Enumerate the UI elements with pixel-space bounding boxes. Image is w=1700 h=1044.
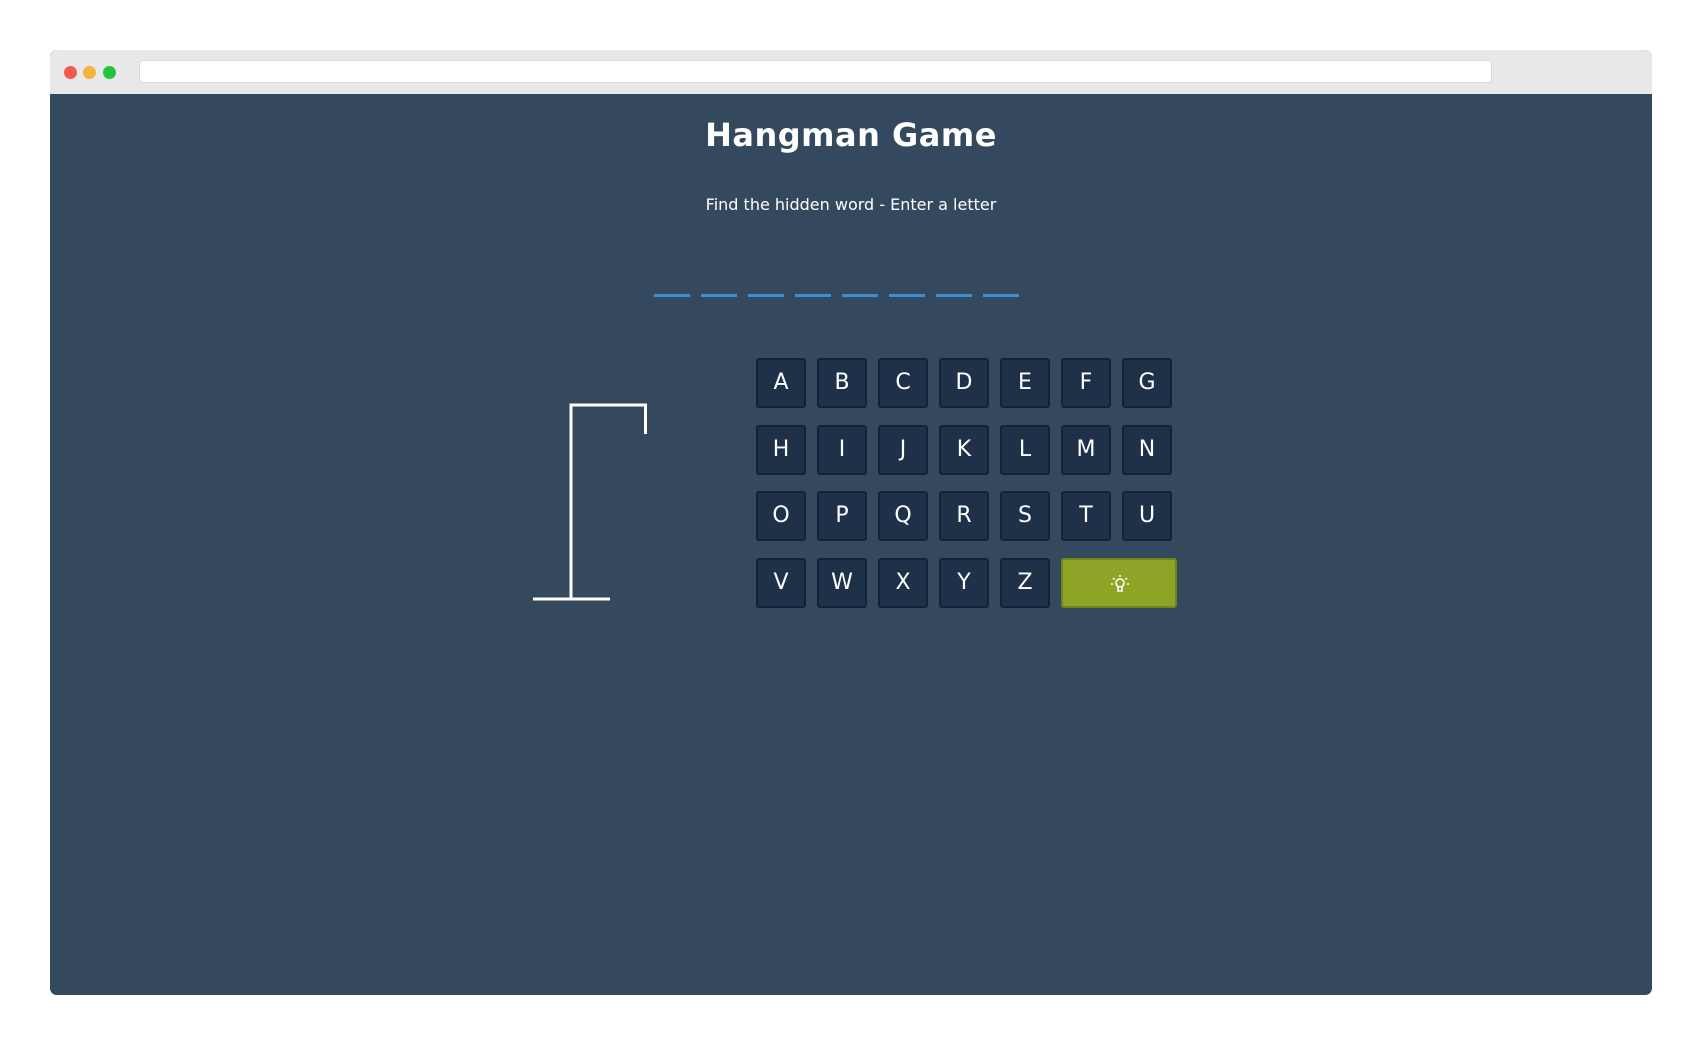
letter-key-a[interactable]: A [756,358,806,408]
instruction-text: Find the hidden word - Enter a letter [705,195,997,214]
letter-key-h[interactable]: H [756,425,806,475]
gallows-drawing [533,403,647,601]
letter-slot [842,294,878,297]
minimize-window-button[interactable] [83,66,96,79]
letter-key-z[interactable]: Z [1000,558,1050,608]
page-title: Hangman Game [705,116,997,154]
browser-window: Hangman Game Find the hidden word - Ente… [50,50,1652,995]
letter-key-t[interactable]: T [1061,491,1111,541]
letter-key-d[interactable]: D [939,358,989,408]
letter-key-g[interactable]: G [1122,358,1172,408]
letter-key-j[interactable]: J [878,425,928,475]
letter-key-x[interactable]: X [878,558,928,608]
lightbulb-icon [1111,575,1129,592]
letter-key-r[interactable]: R [939,491,989,541]
letter-key-f[interactable]: F [1061,358,1111,408]
letter-key-i[interactable]: I [817,425,867,475]
letter-slot [983,294,1019,297]
letter-key-s[interactable]: S [1000,491,1050,541]
letter-key-y[interactable]: Y [939,558,989,608]
letter-key-m[interactable]: M [1061,425,1111,475]
hint-button[interactable] [1061,558,1177,608]
address-bar[interactable] [139,60,1492,83]
browser-titlebar [50,50,1652,94]
letter-slot [795,294,831,297]
letter-key-q[interactable]: Q [878,491,928,541]
letter-key-k[interactable]: K [939,425,989,475]
letter-key-e[interactable]: E [1000,358,1050,408]
letter-key-n[interactable]: N [1122,425,1172,475]
letter-key-v[interactable]: V [756,558,806,608]
letter-slot [936,294,972,297]
close-window-button[interactable] [64,66,77,79]
letter-key-b[interactable]: B [817,358,867,408]
letter-slot [701,294,737,297]
letter-key-p[interactable]: P [817,491,867,541]
letter-slot [654,294,690,297]
letter-key-l[interactable]: L [1000,425,1050,475]
letter-key-u[interactable]: U [1122,491,1172,541]
letter-slot [748,294,784,297]
letter-key-o[interactable]: O [756,491,806,541]
letter-key-c[interactable]: C [878,358,928,408]
game-area: Hangman Game Find the hidden word - Ente… [50,94,1652,995]
maximize-window-button[interactable] [103,66,116,79]
letter-key-w[interactable]: W [817,558,867,608]
letter-slot [889,294,925,297]
